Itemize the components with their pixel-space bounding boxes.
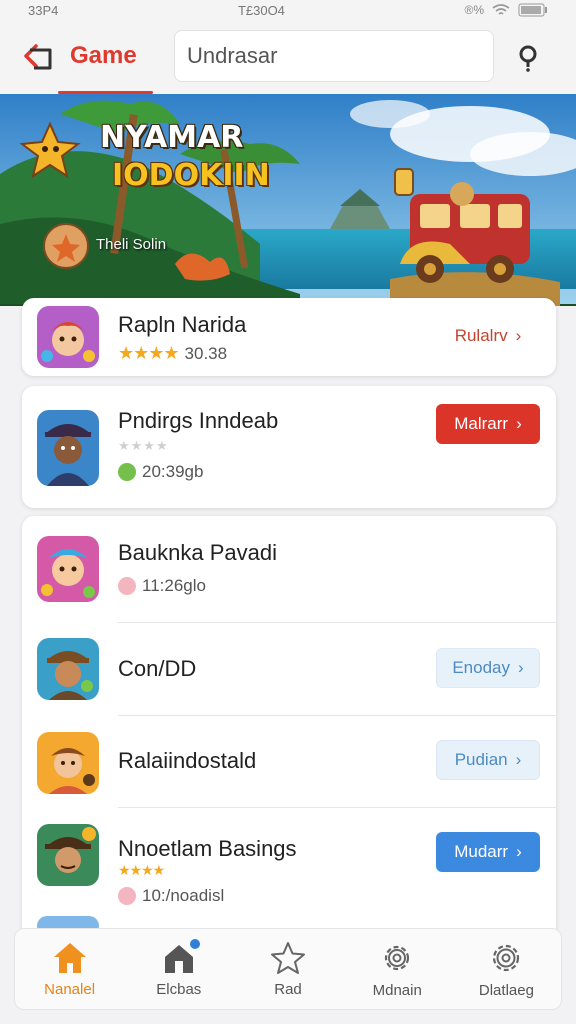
action-button-label: Pudian (454, 750, 508, 769)
chevron-right-icon: › (516, 842, 522, 861)
banner-subtitle: IODOKIIN (112, 158, 270, 193)
nav-item-manage[interactable]: Mdnain (343, 929, 452, 1009)
app-meta: 11:26glo (118, 576, 206, 596)
update-button-label: Mudarr (454, 842, 509, 861)
app-meta: 20:39gb (118, 462, 203, 482)
battery-icon (518, 3, 547, 17)
status-time: 33P4 (28, 2, 59, 18)
app-icon[interactable] (37, 638, 99, 700)
status-icons: ®% (464, 3, 548, 17)
app-meta: 10:/noadisl (118, 886, 224, 906)
game-character-icon (37, 732, 99, 794)
nav-item-store[interactable]: Elcbas (124, 929, 233, 1009)
app-meta: ★★★★ 30.38 (118, 343, 227, 364)
banner-artwork (0, 94, 576, 306)
app-name: Con/DD (118, 656, 197, 681)
nav-label: Rad (274, 980, 302, 998)
app-size: 30.38 (184, 343, 228, 363)
rating-stars: ★★★★ (118, 343, 180, 363)
status-dot-icon (118, 887, 136, 905)
rating-stars: ★★★★ (118, 862, 165, 878)
wifi-icon (492, 4, 510, 15)
game-character-icon (37, 824, 99, 886)
install-button[interactable]: Malrarr › (436, 404, 540, 444)
tab-game[interactable]: Game (58, 20, 153, 94)
bottom-nav: Nanalel Elcbas Rad Mdnain Dlatlaeg (14, 928, 562, 1010)
game-character-icon (37, 410, 99, 486)
divider (118, 622, 556, 623)
game-character-icon (37, 306, 99, 368)
action-button[interactable]: Enoday › (436, 648, 540, 688)
app-name: Nnoetlam Basings (118, 836, 297, 861)
app-name: Pndirgs Inndeab (118, 408, 279, 433)
nav-label: Elcbas (156, 980, 202, 998)
app-name: Bauknka Pavadi (118, 540, 277, 565)
banner-title: NYAMAR (100, 120, 244, 155)
app-size: 11:26glo (142, 576, 206, 595)
banner-caption: Theli Solin (96, 236, 167, 253)
back-button[interactable] (20, 38, 58, 76)
open-button-label: Rulalrv (454, 326, 508, 345)
app-list-card: Bauknka Pavadi 11:26glo Con/DD Enoday › (22, 516, 556, 936)
status-bar: 33P4 T£30O4 ®% (0, 0, 576, 20)
app-icon[interactable] (37, 410, 99, 486)
chevron-right-icon: › (516, 414, 522, 433)
list-item[interactable]: Con/DD Enoday › (22, 624, 556, 716)
app-name: Ralaiindostald (118, 748, 257, 773)
app-icon[interactable] (37, 824, 99, 886)
app-icon[interactable] (37, 732, 99, 794)
back-icon (24, 44, 52, 70)
app-size: 10:/noadisl (142, 886, 225, 905)
game-character-icon (37, 638, 99, 700)
user-icon (519, 45, 537, 72)
action-button[interactable]: Pudian › (436, 740, 540, 780)
home-icon (53, 942, 86, 973)
list-item[interactable]: Nnoetlam Basings ★★★★ 10:/noadisl Mudarr… (22, 808, 556, 918)
search-input[interactable] (174, 30, 494, 82)
app-header: Game (0, 20, 576, 94)
app-name: Rapln Narida (118, 312, 247, 337)
status-dot-icon (118, 463, 136, 481)
status-dot-icon (118, 577, 136, 595)
nav-item-settings[interactable]: Dlatlaeg (452, 929, 561, 1009)
notification-badge (189, 939, 200, 949)
app-card: Rapln Narida ★★★★ 30.38 Rulalrv › (22, 298, 556, 376)
nav-item-favorites[interactable]: Rad (233, 929, 342, 1009)
app-card: Pndirgs Inndeab ★★★★ 20:39gb Malrarr › (22, 386, 556, 508)
game-character-icon (37, 536, 99, 602)
update-button[interactable]: Mudarr › (436, 832, 540, 872)
nav-label: Nanalel (44, 980, 96, 998)
list-item[interactable]: Ralaiindostald Pudian › (22, 716, 556, 808)
nav-item-home[interactable]: Nanalel (15, 929, 124, 1009)
promo-banner[interactable]: NYAMAR IODOKIIN Theli Solin (0, 94, 576, 306)
star-icon (271, 941, 305, 974)
action-button-label: Enoday (452, 658, 510, 677)
app-size: 20:39gb (142, 462, 204, 481)
app-rating: ★★★★ (118, 438, 169, 454)
list-item[interactable]: Bauknka Pavadi 11:26glo (22, 516, 556, 624)
app-rating: ★★★★ (118, 862, 165, 879)
open-button[interactable]: Rulalrv › (436, 316, 540, 356)
app-icon[interactable] (37, 306, 99, 368)
nav-label: Dlatlaeg (478, 981, 534, 999)
chevron-right-icon: › (515, 750, 522, 769)
rating-stars: ★★★★ (118, 438, 169, 453)
gear-icon (385, 945, 410, 970)
settings-icon (493, 944, 520, 971)
install-button-label: Malrarr (454, 414, 509, 433)
app-icon[interactable] (37, 536, 99, 602)
profile-button[interactable] (508, 38, 548, 78)
status-center: T£30O4 (237, 2, 285, 18)
status-right: ®% (464, 3, 484, 17)
chevron-right-icon: › (518, 658, 524, 677)
chevron-right-icon: › (515, 326, 522, 345)
nav-label: Mdnain (372, 981, 422, 999)
